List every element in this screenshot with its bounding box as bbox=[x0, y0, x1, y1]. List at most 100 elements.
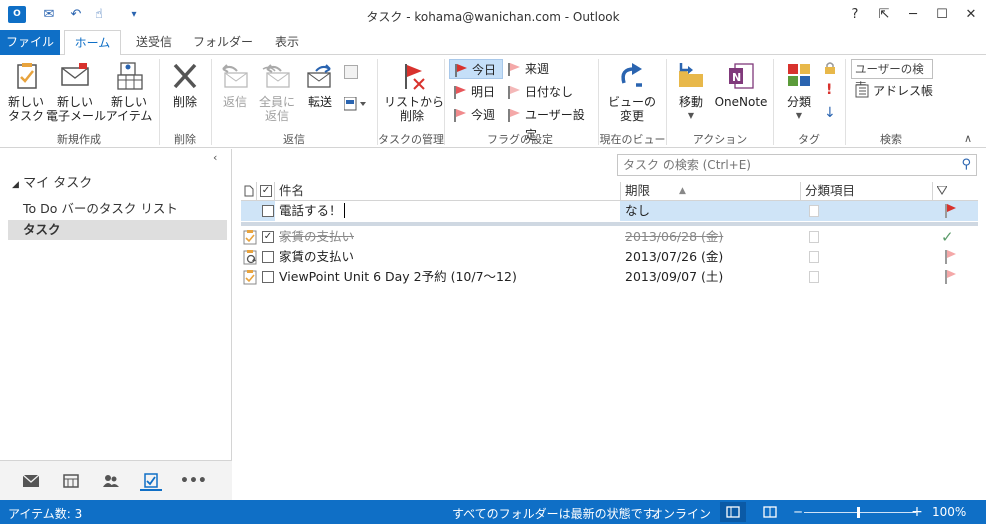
task-row[interactable]: 家賃の支払い 2013/07/26 (金) bbox=[241, 247, 978, 267]
tab-file[interactable]: ファイル bbox=[0, 30, 60, 55]
mail-icon[interactable] bbox=[20, 471, 42, 491]
reply-button[interactable]: 返信 bbox=[215, 61, 255, 109]
calendar-icon[interactable] bbox=[60, 471, 82, 491]
ribbon-tabs: ファイル ホーム 送受信 フォルダー 表示 bbox=[0, 30, 986, 56]
low-importance-icon[interactable]: ↓ bbox=[824, 105, 838, 121]
search-icon[interactable]: ⚲ bbox=[961, 157, 971, 172]
flag-column-header[interactable] bbox=[933, 182, 957, 200]
delete-icon bbox=[169, 61, 201, 91]
zoom-level[interactable]: 100% bbox=[932, 505, 966, 519]
search-box[interactable]: ⚲ bbox=[617, 154, 977, 176]
change-view-button[interactable]: ビューの 変更 bbox=[606, 61, 658, 123]
task-row[interactable]: ✓ 家賃の支払い 2013/06/28 (金) ✓ bbox=[241, 227, 978, 247]
tasks-icon[interactable] bbox=[140, 471, 162, 491]
zoom-in-button[interactable]: + bbox=[904, 502, 930, 522]
flag-next-week-button[interactable]: 来週 bbox=[503, 59, 593, 79]
due-date-column-header[interactable]: 期限 ▲ bbox=[621, 182, 801, 200]
tab-folder[interactable]: フォルダー bbox=[189, 30, 257, 55]
new-email-button[interactable]: 新しい 電子メール bbox=[46, 61, 106, 123]
task-row[interactable]: ViewPoint Unit 6 Day 2予約 (10/7～12) 2013/… bbox=[241, 267, 978, 287]
close-button[interactable]: ✕ bbox=[961, 5, 981, 25]
completed-checkmark-icon[interactable]: ✓ bbox=[941, 227, 954, 247]
my-tasks-header[interactable]: ◢ マイ タスク bbox=[12, 172, 92, 191]
minimize-button[interactable]: ─ bbox=[903, 5, 923, 25]
new-task-row[interactable]: 電話する！ なし bbox=[241, 201, 978, 221]
forward-button[interactable]: 転送 bbox=[299, 61, 341, 109]
flag-today-label: 今日 bbox=[472, 63, 497, 77]
move-label: 移動 bbox=[678, 95, 703, 109]
task-complete-checkbox[interactable] bbox=[262, 251, 274, 263]
status-bar: アイテム数: 3 すべてのフォルダーは最新の状態です。 オンライン ─ + 10… bbox=[0, 500, 986, 524]
reading-view-icon[interactable] bbox=[757, 502, 783, 522]
change-view-label: ビューの 変更 bbox=[607, 95, 656, 123]
flag-icon[interactable] bbox=[945, 270, 956, 284]
flag-no-date-button[interactable]: 日付なし bbox=[503, 82, 593, 102]
address-book-button[interactable]: アドレス帳 bbox=[851, 81, 933, 101]
tab-send-receive[interactable]: 送受信 bbox=[125, 30, 183, 55]
private-lock-icon[interactable] bbox=[823, 61, 837, 75]
group-label-find: 検索 bbox=[880, 133, 902, 146]
flag-tomorrow-button[interactable]: 明日 bbox=[449, 82, 503, 102]
onenote-button[interactable]: N OneNote bbox=[712, 61, 770, 109]
category-box[interactable] bbox=[809, 271, 819, 283]
more-respond-icon[interactable] bbox=[343, 96, 366, 111]
category-box[interactable] bbox=[809, 205, 819, 217]
task-due-date: 2013/09/07 (土) bbox=[625, 269, 724, 284]
new-email-icon bbox=[59, 61, 91, 91]
zoom-slider-handle[interactable] bbox=[857, 507, 860, 518]
change-view-icon bbox=[616, 61, 648, 91]
category-box[interactable] bbox=[809, 231, 819, 243]
svg-text:N: N bbox=[732, 71, 741, 84]
dropdown-icon: ▼ bbox=[687, 111, 695, 120]
task-subject: ViewPoint Unit 6 Day 2予約 (10/7～12) bbox=[279, 269, 517, 284]
subject-column-header[interactable]: 件名 bbox=[275, 182, 621, 200]
flag-custom-button[interactable]: ユーザー設定 bbox=[503, 105, 595, 142]
new-items-button[interactable]: 新しい アイテム bbox=[104, 61, 154, 123]
tab-home[interactable]: ホーム bbox=[64, 30, 121, 56]
tab-view[interactable]: 表示 bbox=[263, 30, 311, 55]
search-input[interactable] bbox=[618, 155, 948, 175]
search-people-input[interactable]: ユーザーの検索 bbox=[851, 59, 933, 94]
flag-this-week-button[interactable]: 今週 bbox=[449, 105, 503, 125]
folder-todo-bar-task-list[interactable]: To Do バーのタスク リスト bbox=[8, 199, 227, 219]
ribbon-display-options-button[interactable]: ⇱ bbox=[874, 5, 894, 25]
flag-today-button[interactable]: 今日 bbox=[449, 59, 503, 79]
group-label-new: 新規作成 bbox=[57, 133, 101, 146]
meeting-reply-icon[interactable] bbox=[344, 65, 358, 79]
remove-flag-icon bbox=[396, 61, 428, 91]
new-task-subject-field[interactable]: 電話する！ bbox=[275, 201, 621, 221]
folder-tasks[interactable]: タスク bbox=[8, 220, 227, 240]
reply-all-button[interactable]: 全員に 返信 bbox=[255, 61, 299, 123]
reply-icon bbox=[219, 61, 251, 91]
zoom-slider[interactable] bbox=[804, 512, 916, 513]
flag-icon[interactable] bbox=[945, 250, 956, 264]
new-task-icon bbox=[10, 61, 42, 91]
normal-view-icon[interactable] bbox=[720, 502, 746, 522]
new-task-checkbox[interactable] bbox=[262, 205, 274, 217]
categorize-button[interactable]: 分類 ▼ bbox=[777, 61, 821, 123]
flag-today-icon[interactable] bbox=[945, 204, 956, 218]
group-label-manage-task: タスクの管理 bbox=[378, 133, 444, 146]
maximize-button[interactable]: ☐ bbox=[932, 5, 952, 25]
people-icon[interactable] bbox=[100, 471, 122, 491]
flag-this-week-label: 今週 bbox=[471, 108, 496, 122]
new-task-due-field[interactable]: なし bbox=[625, 201, 801, 221]
move-button[interactable]: 移動 ▼ bbox=[670, 61, 712, 123]
delete-button[interactable]: 削除 bbox=[164, 61, 206, 109]
complete-column-header[interactable]: ✓ bbox=[257, 182, 275, 200]
category-box[interactable] bbox=[809, 251, 819, 263]
more-options-icon[interactable]: ••• bbox=[180, 471, 207, 491]
minimize-folder-pane-icon[interactable]: ‹ bbox=[213, 151, 217, 164]
new-task-button[interactable]: 新しい タスク bbox=[4, 61, 48, 123]
flag-next-week-label: 来週 bbox=[525, 62, 550, 76]
remove-from-list-button[interactable]: リストから 削除 bbox=[384, 61, 444, 123]
high-importance-icon[interactable]: ! bbox=[826, 82, 836, 98]
title-bar: O ✉ ↶ ☝ ▾ タスク - kohama@wanichan.com - Ou… bbox=[0, 0, 986, 30]
icon-column-header[interactable] bbox=[241, 182, 257, 200]
category-column-header[interactable]: 分類項目 bbox=[801, 182, 933, 200]
task-complete-checkbox[interactable]: ✓ bbox=[262, 231, 274, 243]
task-complete-checkbox[interactable] bbox=[262, 271, 274, 283]
task-due-date: 2013/07/26 (金) bbox=[625, 249, 724, 264]
help-button[interactable]: ? bbox=[845, 5, 865, 25]
collapse-ribbon-icon[interactable]: ∧ bbox=[964, 132, 972, 145]
